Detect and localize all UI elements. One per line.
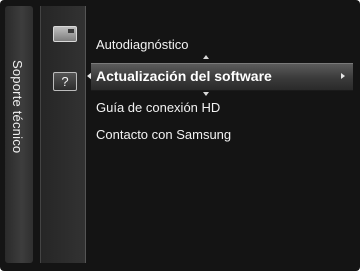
menu-title-strip: Soporte técnico [5, 6, 33, 263]
scroll-down-arrow-icon [203, 92, 209, 96]
selected-item-label: Actualización del software [96, 68, 272, 84]
scroll-up-arrow-icon [203, 55, 209, 59]
menu-item-guia-conexion-hd[interactable]: Guía de conexión HD [96, 100, 220, 115]
menu-title: Soporte técnico [10, 60, 25, 154]
picture-icon[interactable] [53, 26, 77, 42]
tv-menu-screen: Soporte técnico ? Autodiagnóstico Actual… [0, 0, 360, 271]
menu-item-contacto-samsung[interactable]: Contacto con Samsung [96, 127, 231, 142]
icon-column: ? [40, 6, 86, 263]
menu-item-autodiagnostico[interactable]: Autodiagnóstico [96, 37, 189, 52]
help-icon[interactable]: ? [53, 72, 77, 91]
submenu-arrow-icon [341, 73, 345, 79]
